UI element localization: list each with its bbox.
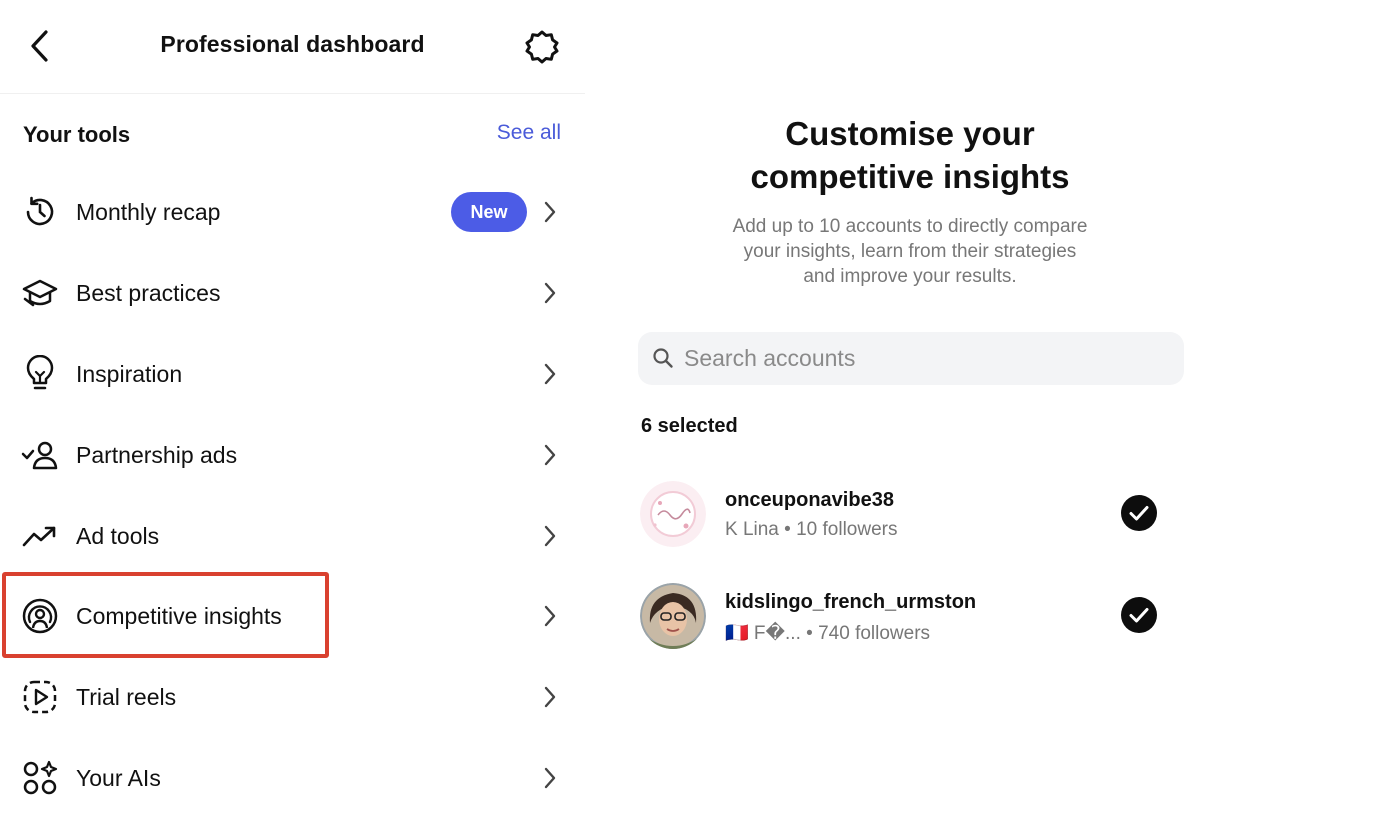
chevron-right-icon [538,601,562,631]
tool-label: Ad tools [76,522,160,549]
check-circle-icon[interactable] [1121,597,1157,633]
account-name: K Lina [725,519,779,540]
tool-label: Competitive insights [76,602,282,629]
description-line: and improve your results. [803,266,1017,287]
account-name: 🇫🇷 F�... [725,623,801,644]
account-followers: 740 followers [818,623,931,644]
chevron-right-icon [538,197,562,227]
check-circle-icon[interactable] [1121,495,1157,531]
gear-icon [525,30,559,64]
tool-label: Trial reels [76,683,177,710]
meta-separator: • [806,623,813,644]
tool-label: Monthly recap [76,198,221,225]
customise-description: Add up to 10 accounts to directly compar… [600,214,1220,289]
tool-ad-tools[interactable]: Ad tools [0,496,585,576]
graduation-cap-icon [20,273,60,313]
tool-inspiration[interactable]: Inspiration [0,334,585,414]
shapes-icon [20,758,60,798]
top-bar: Professional dashboard [0,0,585,94]
play-dashed-icon [20,677,60,717]
chevron-right-icon [538,278,562,308]
account-meta: K Lina • 10 followers [725,519,897,541]
avatar [640,481,706,547]
search-input[interactable] [684,340,1164,377]
person-check-icon [20,435,60,475]
chevron-right-icon [538,440,562,470]
description-line: your insights, learn from their strategi… [743,241,1077,262]
tool-label: Your AIs [76,764,161,791]
account-row-kidslingo-french-urmston[interactable]: kidslingo_french_urmston 🇫🇷 F�... • 740 … [638,581,1198,653]
see-all-link[interactable]: See all [497,121,561,145]
chevron-right-icon [538,521,562,551]
meta-separator: • [784,519,791,540]
title-line: competitive insights [750,158,1070,195]
search-icon [653,348,673,368]
radar-person-icon [20,596,60,636]
chevron-right-icon [538,359,562,389]
professional-dashboard-panel: Professional dashboard Your tools See al… [0,0,585,825]
avatar [640,583,706,649]
tool-your-ais[interactable]: Your AIs [0,738,585,818]
settings-button[interactable] [522,27,562,67]
account-meta: 🇫🇷 F�... • 740 followers [725,621,930,645]
account-followers: 10 followers [796,519,898,540]
your-tools-heading: Your tools [23,122,131,147]
lightbulb-icon [20,354,60,394]
tool-label: Partnership ads [76,441,238,468]
tool-best-practices[interactable]: Best practices [0,253,585,333]
description-line: Add up to 10 accounts to directly compar… [732,216,1088,237]
tool-competitive-insights[interactable]: Competitive insights [0,576,585,656]
account-handle: onceuponavibe38 [725,489,894,511]
account-handle: kidslingo_french_urmston [725,591,977,613]
history-icon [20,192,60,232]
tool-label: Best practices [76,279,221,306]
search-box[interactable] [638,332,1184,385]
account-row-onceuponavibe38[interactable]: onceuponavibe38 K Lina • 10 followers [638,479,1198,551]
title-line: Customise your [785,115,1035,152]
chevron-right-icon [538,682,562,712]
tool-partnership-ads[interactable]: Partnership ads [0,415,585,495]
tool-monthly-recap[interactable]: Monthly recap New [0,172,585,252]
tool-trial-reels[interactable]: Trial reels [0,657,585,737]
new-badge: New [451,192,527,232]
tool-label: Inspiration [76,360,183,387]
selected-count: 6 selected [641,415,738,437]
trend-up-icon [20,516,60,556]
competitive-insights-panel: Customise your competitive insights Add … [600,0,1397,825]
customise-title: Customise your competitive insights [600,112,1220,198]
page-title: Professional dashboard [160,31,425,57]
chevron-right-icon [538,763,562,793]
